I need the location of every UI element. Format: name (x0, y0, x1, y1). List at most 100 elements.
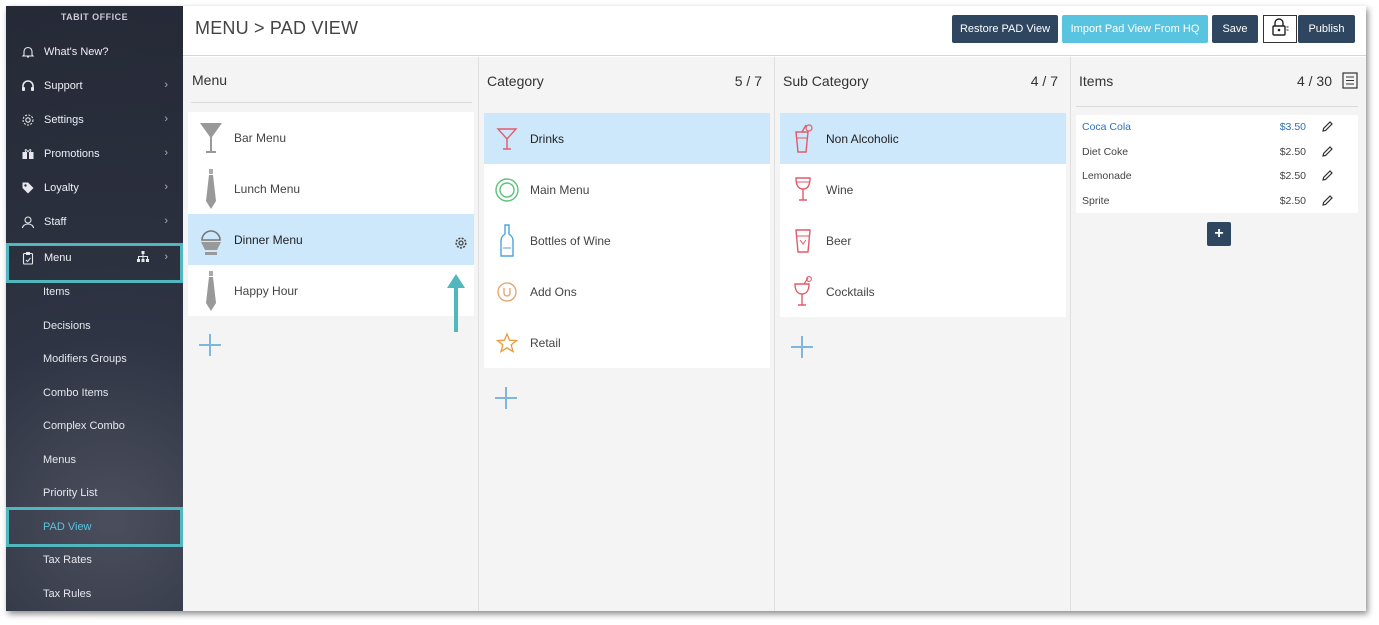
menu-row-lunch-menu[interactable]: Lunch Menu (188, 163, 474, 214)
sidebar-subitem-tax-rates[interactable]: Tax Rates (6, 544, 183, 577)
subcategory-column: Sub Category 4 / 7 Non Alcoholic Wine Be… (775, 57, 1071, 611)
sidebar-subitem-tax-rules[interactable]: Tax Rules (6, 578, 183, 611)
items-column: Items 4 / 30 Coca Cola $3.50 Diet Coke $… (1071, 57, 1366, 611)
annotation-arrow-icon (446, 272, 466, 339)
cocktail-icon (785, 270, 821, 314)
list-view-icon[interactable] (1342, 72, 1358, 94)
import-pad-view-button[interactable]: Import Pad View From HQ (1062, 15, 1208, 43)
menu-list: Bar Menu Lunch Menu Dinner Menu Happy Ho… (188, 112, 474, 316)
gift-icon (20, 146, 36, 162)
item-row-coca-cola[interactable]: Coca Cola $3.50 (1076, 115, 1358, 140)
subcategory-column-title: Sub Category (783, 73, 869, 89)
category-row-add-ons[interactable]: Add Ons (484, 266, 770, 317)
divider (1076, 106, 1358, 107)
item-price: $2.50 (1279, 170, 1306, 183)
chevron-right-icon: › (164, 79, 168, 91)
add-menu-button[interactable] (198, 333, 222, 357)
bottle-icon (489, 219, 525, 263)
menu-row-label: Happy Hour (234, 283, 299, 298)
menu-row-bar-menu[interactable]: Bar Menu (188, 112, 474, 163)
restore-pad-view-button[interactable]: Restore PAD View (952, 15, 1058, 43)
category-column: Category 5 / 7 Drinks Main Menu Bottles … (479, 57, 775, 611)
page-title: MENU > PAD VIEW (195, 18, 359, 38)
add-category-button[interactable] (494, 386, 518, 410)
item-name: Sprite (1082, 194, 1110, 207)
category-column-title: Category (487, 73, 544, 89)
chevron-right-icon: › (164, 215, 168, 227)
pencil-icon[interactable] (1321, 194, 1334, 210)
page-header: MENU > PAD VIEW Restore PAD View Import … (183, 6, 1366, 56)
pencil-icon[interactable] (1321, 120, 1334, 136)
category-row-label: Retail (530, 335, 561, 350)
sidebar-item-settings[interactable]: Settings › (6, 103, 183, 137)
sidebar-item-label: Staff (44, 216, 67, 228)
subcategory-row-beer[interactable]: Beer (780, 215, 1066, 266)
category-row-drinks[interactable]: Drinks (484, 113, 770, 164)
subcategory-row-wine[interactable]: Wine (780, 164, 1066, 215)
sidebar-subitem-items[interactable]: Items (6, 276, 183, 309)
sidebar-subitem-menus[interactable]: Menus (6, 444, 183, 477)
app-window: TABIT OFFICE What's New? Support › Setti… (6, 6, 1366, 611)
menu-row-dinner-menu[interactable]: Dinner Menu (188, 214, 474, 265)
divider (191, 102, 472, 103)
add-subcategory-button[interactable] (790, 335, 814, 359)
subcategory-row-non-alcoholic[interactable]: Non Alcoholic (780, 113, 1066, 164)
pencil-icon[interactable] (1321, 169, 1334, 185)
category-row-retail[interactable]: Retail (484, 317, 770, 368)
chevron-right-icon: › (164, 113, 168, 125)
necktie-icon (193, 269, 229, 313)
lock-button[interactable] (1263, 15, 1297, 43)
item-row-diet-coke[interactable]: Diet Coke $2.50 (1076, 139, 1358, 164)
gear-icon (20, 112, 36, 128)
martini-icon (489, 117, 525, 161)
menu-row-label: Bar Menu (234, 130, 287, 145)
items-list: Coca Cola $3.50 Diet Coke $2.50 Lemonade… (1076, 115, 1358, 213)
cloche-icon (193, 218, 229, 262)
category-list: Drinks Main Menu Bottles of Wine Add Ons (484, 113, 770, 368)
item-name: Diet Coke (1082, 145, 1129, 158)
star-icon (489, 321, 525, 365)
bell-icon (20, 44, 36, 60)
category-row-bottles-of-wine[interactable]: Bottles of Wine (484, 215, 770, 266)
subcategory-count: 4 / 7 (1030, 73, 1058, 89)
subcategory-list: Non Alcoholic Wine Beer Cocktails (780, 113, 1066, 317)
sidebar-subitem-priority-list[interactable]: Priority List (6, 477, 183, 510)
menu-row-label: Lunch Menu (234, 181, 301, 196)
sidebar-subitem-decisions[interactable]: Decisions (6, 310, 183, 343)
sidebar-subitem-complex-combo[interactable]: Complex Combo (6, 410, 183, 443)
sidebar-item-label: Settings (44, 114, 84, 126)
items-count: 4 / 30 (1296, 73, 1332, 89)
add-item-button[interactable]: + (1207, 222, 1231, 246)
item-row-lemonade[interactable]: Lemonade $2.50 (1076, 164, 1358, 189)
sidebar-item-staff[interactable]: Staff › (6, 205, 183, 239)
headset-icon (20, 78, 36, 94)
items-column-title: Items (1079, 73, 1114, 89)
item-price: $2.50 (1279, 145, 1306, 158)
pencil-icon[interactable] (1321, 145, 1334, 161)
sidebar-item-label: Loyalty (44, 182, 79, 194)
padlock-icon (1270, 17, 1290, 41)
chevron-right-icon: › (164, 147, 168, 159)
circle-u-icon (489, 270, 525, 314)
menu-row-happy-hour[interactable]: Happy Hour (188, 265, 474, 316)
sidebar-item-loyalty[interactable]: Loyalty › (6, 171, 183, 205)
save-button[interactable]: Save (1212, 15, 1258, 43)
soda-cup-icon (785, 117, 821, 161)
item-name: Lemonade (1082, 170, 1132, 183)
category-row-main-menu[interactable]: Main Menu (484, 164, 770, 215)
sidebar-item-promotions[interactable]: Promotions › (6, 137, 183, 171)
sidebar-subitem-modifiers-groups[interactable]: Modifiers Groups (6, 343, 183, 376)
gear-icon[interactable] (454, 236, 468, 253)
sidebar-subitem-combo-items[interactable]: Combo Items (6, 377, 183, 410)
category-count: 5 / 7 (734, 73, 762, 89)
menu-row-label: Dinner Menu (234, 232, 303, 247)
category-row-label: Drinks (530, 131, 565, 146)
subcategory-row-cocktails[interactable]: Cocktails (780, 266, 1066, 317)
sidebar-item-whats-new[interactable]: What's New? (6, 35, 183, 69)
sidebar-item-support[interactable]: Support › (6, 69, 183, 103)
publish-button[interactable]: Publish (1298, 15, 1355, 43)
beer-glass-icon (785, 219, 821, 263)
sidebar: TABIT OFFICE What's New? Support › Setti… (6, 6, 183, 611)
item-row-sprite[interactable]: Sprite $2.50 (1076, 188, 1358, 213)
subcategory-row-label: Cocktails (826, 284, 875, 299)
